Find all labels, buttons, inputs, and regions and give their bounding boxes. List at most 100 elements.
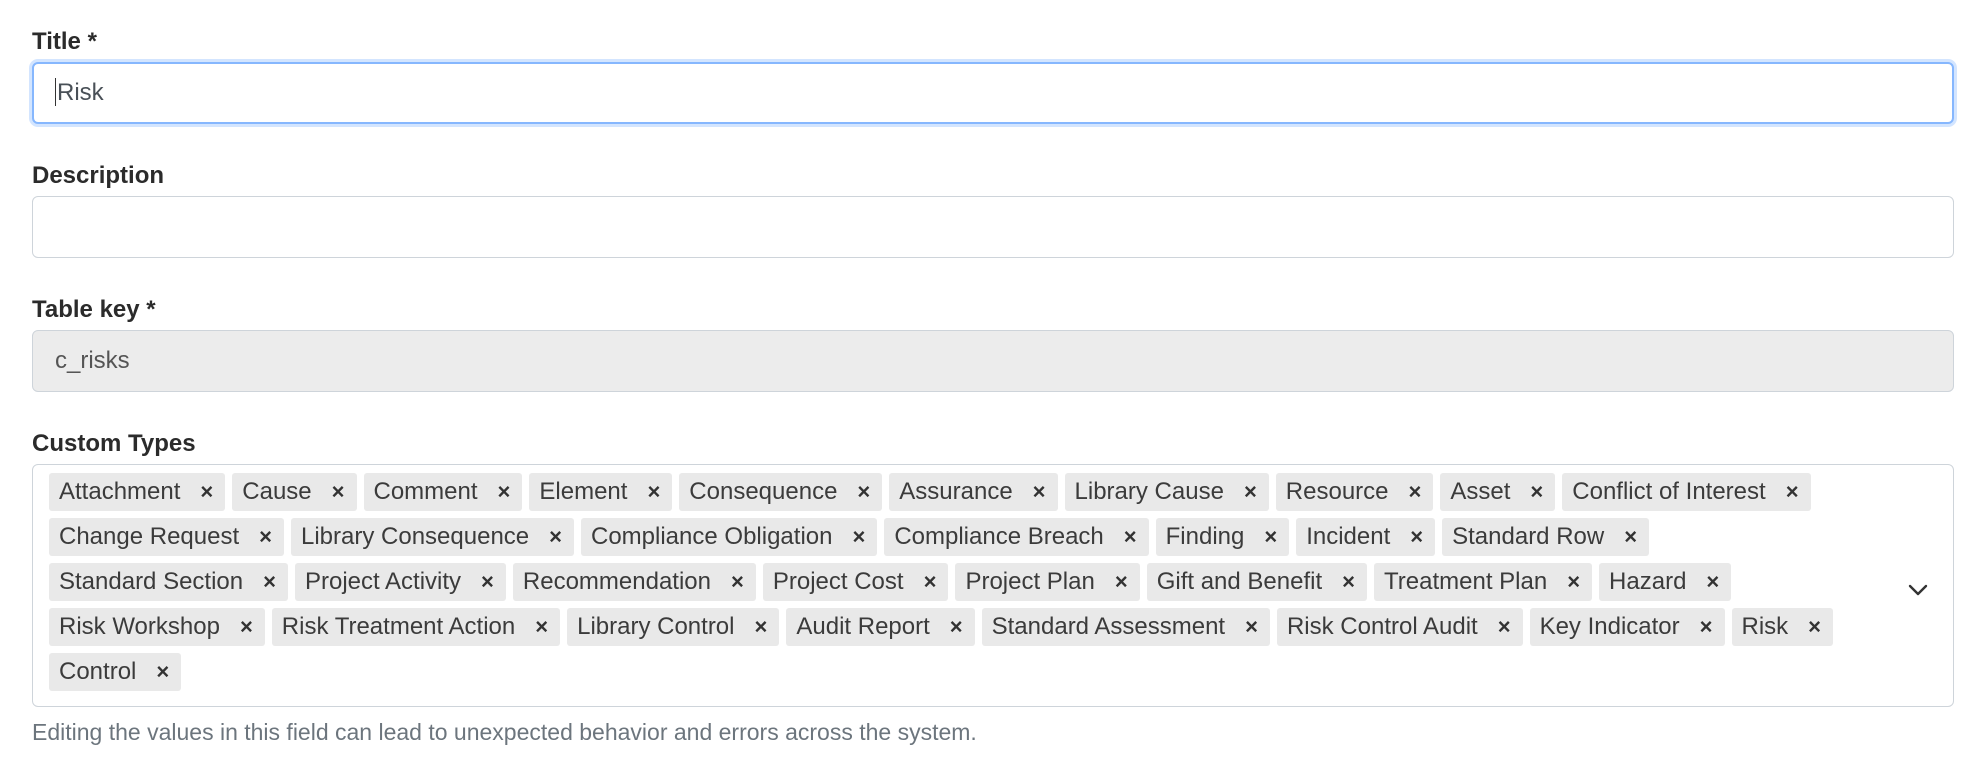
close-icon[interactable]: ×	[950, 616, 963, 638]
type-tag-label: Project Cost	[772, 568, 904, 595]
type-tag-label: Compliance Breach	[894, 523, 1104, 550]
type-tag: Audit Report ×	[786, 608, 975, 646]
custom-types-help-text: Editing the values in this field can lea…	[32, 719, 977, 745]
type-tag-label: Recommendation	[522, 568, 711, 595]
type-tag: Recommendation ×	[512, 563, 756, 601]
close-icon[interactable]: ×	[549, 526, 562, 548]
type-tag-label: Assurance	[899, 478, 1013, 505]
close-icon[interactable]: ×	[852, 526, 865, 548]
type-tag: Risk ×	[1731, 608, 1834, 646]
close-icon[interactable]: ×	[1786, 481, 1799, 503]
close-icon[interactable]: ×	[731, 571, 744, 593]
type-tag-label: Library Control	[577, 613, 735, 640]
close-icon[interactable]: ×	[263, 571, 276, 593]
close-icon[interactable]: ×	[481, 571, 494, 593]
type-tag-label: Key Indicator	[1539, 613, 1680, 640]
title-label: Title *	[32, 28, 97, 55]
close-icon[interactable]: ×	[1115, 571, 1128, 593]
type-tag-label: Risk Treatment Action	[281, 613, 516, 640]
type-tag-label: Audit Report	[796, 613, 930, 640]
type-tag-label: Conflict of Interest	[1572, 478, 1766, 505]
type-tag: Control ×	[49, 653, 182, 691]
type-tag-label: Library Consequence	[301, 523, 530, 550]
type-tag: Cause ×	[232, 473, 357, 511]
type-tag-label: Cause	[242, 478, 312, 505]
type-tag: Standard Section ×	[49, 563, 288, 601]
close-icon[interactable]: ×	[1700, 616, 1713, 638]
type-tag: Gift and Benefit ×	[1146, 563, 1367, 601]
type-tag: Key Indicator ×	[1529, 608, 1725, 646]
type-tag: Risk Treatment Action ×	[271, 608, 561, 646]
type-tag-label: Standard Row	[1452, 523, 1605, 550]
type-tag: Incident ×	[1296, 518, 1436, 556]
description-input[interactable]	[32, 196, 1954, 258]
type-tag: Assurance ×	[889, 473, 1058, 511]
type-tag: Comment ×	[363, 473, 523, 511]
tag-list: Attachment × Cause × Comment × Element × Consequ…	[49, 473, 1873, 698]
close-icon[interactable]: ×	[1124, 526, 1137, 548]
close-icon[interactable]: ×	[498, 481, 511, 503]
type-tag: Attachment ×	[49, 473, 226, 511]
type-tag-label: Comment	[373, 478, 478, 505]
type-tag-label: Consequence	[689, 478, 838, 505]
type-tag: Standard Row ×	[1442, 518, 1650, 556]
close-icon[interactable]: ×	[1706, 571, 1719, 593]
close-icon[interactable]: ×	[1567, 571, 1580, 593]
type-tag: Library Control ×	[567, 608, 780, 646]
type-tag-label: Hazard	[1609, 568, 1687, 595]
close-icon[interactable]: ×	[259, 526, 272, 548]
close-icon[interactable]: ×	[647, 481, 660, 503]
type-tag: Risk Control Audit ×	[1276, 608, 1523, 646]
close-icon[interactable]: ×	[857, 481, 870, 503]
title-input-value: Risk	[57, 79, 104, 106]
type-tag: Project Activity ×	[294, 563, 506, 601]
close-icon[interactable]: ×	[755, 616, 768, 638]
close-icon[interactable]: ×	[1342, 571, 1355, 593]
type-tag-label: Element	[539, 478, 628, 505]
type-tag: Compliance Obligation ×	[581, 518, 878, 556]
type-tag-label: Gift and Benefit	[1156, 568, 1323, 595]
type-tag-label: Project Activity	[304, 568, 462, 595]
type-tag-label: Resource	[1285, 478, 1389, 505]
type-tag-label: Risk Workshop	[59, 613, 220, 640]
type-tag-label: Treatment Plan	[1384, 568, 1548, 595]
type-tag-label: Compliance Obligation	[591, 523, 833, 550]
type-tag-label: Finding	[1165, 523, 1245, 550]
chevron-down-icon[interactable]	[1903, 575, 1933, 605]
custom-types-multiselect[interactable]: Attachment × Cause × Comment × Element × Consequ…	[32, 464, 1954, 707]
close-icon[interactable]: ×	[200, 481, 213, 503]
close-icon[interactable]: ×	[1245, 616, 1258, 638]
type-tag-label: Risk Control Audit	[1286, 613, 1478, 640]
type-tag: Treatment Plan ×	[1374, 563, 1593, 601]
table-key-input: c_risks	[32, 330, 1954, 392]
close-icon[interactable]: ×	[1033, 481, 1046, 503]
title-input[interactable]: Risk	[32, 62, 1954, 124]
type-tag-label: Library Cause	[1074, 478, 1224, 505]
close-icon[interactable]: ×	[1530, 481, 1543, 503]
close-icon[interactable]: ×	[332, 481, 345, 503]
close-icon[interactable]: ×	[535, 616, 548, 638]
type-tag: Asset ×	[1440, 473, 1556, 511]
close-icon[interactable]: ×	[1244, 481, 1257, 503]
type-tag-label: Standard Section	[59, 568, 244, 595]
close-icon[interactable]: ×	[240, 616, 253, 638]
description-label: Description	[32, 162, 165, 189]
type-tag-label: Risk	[1741, 613, 1789, 640]
type-tag-label: Incident	[1306, 523, 1391, 550]
close-icon[interactable]: ×	[1264, 526, 1277, 548]
type-tag-label: Asset	[1450, 478, 1511, 505]
type-tag: Project Cost ×	[762, 563, 949, 601]
text-caret	[55, 77, 56, 106]
close-icon[interactable]: ×	[924, 571, 937, 593]
close-icon[interactable]: ×	[1410, 526, 1423, 548]
type-tag: Compliance Breach ×	[884, 518, 1149, 556]
type-tag: Library Cause ×	[1064, 473, 1269, 511]
close-icon[interactable]: ×	[1624, 526, 1637, 548]
type-tag: Element ×	[529, 473, 673, 511]
close-icon[interactable]: ×	[1498, 616, 1511, 638]
close-icon[interactable]: ×	[156, 661, 169, 683]
type-tag-label: Control	[59, 658, 137, 685]
type-tag-label: Attachment	[59, 478, 181, 505]
close-icon[interactable]: ×	[1409, 481, 1422, 503]
close-icon[interactable]: ×	[1808, 616, 1821, 638]
